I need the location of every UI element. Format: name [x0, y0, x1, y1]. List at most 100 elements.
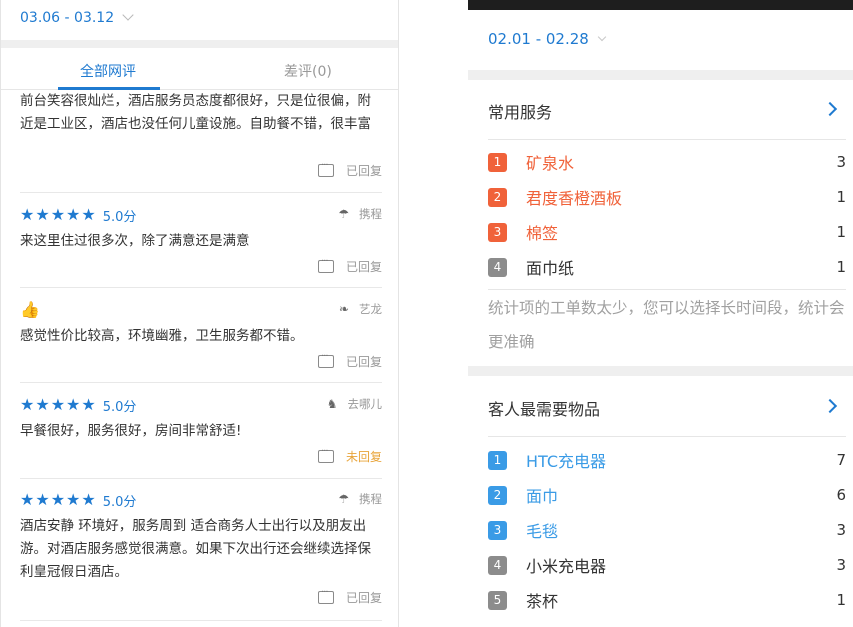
rank-count: 7 — [836, 451, 846, 469]
star-icon: ★ — [66, 395, 81, 414]
chevron-down-icon — [597, 32, 607, 42]
rating-score: 5.0分 — [102, 399, 137, 415]
review-source: ☂ 携程 — [338, 206, 382, 222]
rank-count: 3 — [836, 521, 846, 539]
comment-dots-icon — [317, 446, 334, 463]
star-icon: ★ — [81, 205, 96, 224]
rank-badge: 1 — [488, 152, 507, 172]
rank-count: 6 — [836, 486, 846, 504]
star-icon: ★ — [50, 205, 66, 224]
review-divider — [20, 192, 382, 193]
star-icon: ★ — [35, 395, 50, 414]
status-bar — [468, 0, 853, 10]
rank-badge: 5 — [488, 590, 507, 610]
chevron-right-icon[interactable] — [822, 398, 838, 414]
star-icon: ★ — [20, 395, 35, 414]
reply-status[interactable]: 已回复 — [317, 256, 382, 275]
review-item: ★ ★ ★ ★ ★ 5.0分 ♞ 去哪儿 早餐很好，服务很好，房间非常舒适! 未… — [20, 395, 383, 465]
reply-status-label: 已回复 — [345, 591, 382, 605]
rank-count: 1 — [836, 591, 846, 609]
need-rank-item[interactable]: 3 毛毯 3 — [488, 518, 846, 542]
review-item: 前台笑容很灿烂，酒店服务员态度都很好，只是位很偏，附近是工业区，酒店也没任何儿童… — [20, 90, 382, 178]
common-services-title: 常用服务 — [488, 103, 553, 122]
elong-logo-icon: ❧ — [338, 302, 349, 316]
rank-badge: 4 — [488, 257, 507, 277]
section-divider — [488, 139, 846, 140]
section-separator — [1, 40, 398, 48]
rank-name: 面巾纸 — [526, 259, 575, 278]
comment-dots-icon — [317, 587, 334, 604]
reply-status-label: 已回复 — [345, 260, 382, 274]
review-text: 早餐很好，服务很好，房间非常舒适! — [20, 423, 242, 439]
date-range-selector[interactable]: 02.01 - 02.28 — [488, 30, 607, 48]
star-icon: ★ — [35, 205, 50, 224]
tab-all-reviews[interactable]: 全部网评 — [80, 61, 136, 81]
star-icon: ★ — [35, 490, 50, 509]
review-text: 前台笑容很灿烂，酒店服务员态度都很好，只是位很偏，附近是工业区，酒店也没任何儿童… — [20, 93, 371, 132]
need-rank-item[interactable]: 2 面巾 6 — [488, 483, 846, 507]
tab-negative-reviews[interactable]: 差评(0) — [284, 61, 332, 81]
star-icon: ★ — [81, 395, 96, 414]
reply-status[interactable]: 已回复 — [317, 351, 382, 370]
rating-score: 5.0分 — [102, 494, 137, 510]
reviews-panel: 03.06 - 03.12 全部网评 差评(0) 前台笑容很灿烂，酒店服务员态度… — [0, 0, 399, 627]
rank-name: 茶杯 — [526, 592, 559, 611]
review-tabs: 全部网评 差评(0) — [1, 48, 398, 90]
chevron-down-icon — [122, 9, 134, 21]
service-rank-item[interactable]: 4 面巾纸 1 — [488, 255, 846, 279]
rank-badge: 2 — [488, 485, 507, 505]
date-range-selector[interactable]: 03.06 - 03.12 — [20, 9, 134, 26]
review-divider — [20, 382, 382, 383]
need-rank-item[interactable]: 1 HTC充电器 7 — [488, 448, 846, 472]
star-icon: ★ — [81, 490, 96, 509]
star-icon: ★ — [66, 205, 81, 224]
reply-status[interactable]: 已回复 — [317, 160, 382, 179]
review-source: ☂ 携程 — [338, 491, 382, 507]
rank-badge: 3 — [488, 222, 507, 242]
review-item: ★ ★ ★ ★ ★ 5.0分 ☂ 携程 来这里住过很多次，除了满意还是满意 已回… — [20, 205, 382, 275]
date-range-label: 03.06 - 03.12 — [20, 10, 115, 26]
review-source: ❧ 艺龙 — [339, 301, 382, 317]
source-label: 携程 — [359, 492, 382, 506]
comment-dots-icon — [317, 160, 334, 177]
star-icon: ★ — [20, 490, 35, 509]
review-divider — [20, 478, 382, 479]
rating-stars: ★ ★ ★ ★ ★ 5.0分 — [20, 205, 382, 225]
need-rank-item[interactable]: 5 茶杯 1 — [488, 588, 846, 612]
rank-count: 3 — [836, 556, 846, 574]
rank-name: 棉签 — [526, 224, 559, 243]
reply-status[interactable]: 未回复 — [317, 446, 382, 465]
date-range-label: 02.01 - 02.28 — [488, 30, 589, 48]
rank-name: 小米充电器 — [526, 557, 607, 576]
rank-name: 矿泉水 — [526, 154, 575, 173]
rank-name: HTC充电器 — [526, 452, 607, 471]
service-rank-item[interactable]: 3 棉签 1 — [488, 220, 846, 244]
rank-count: 1 — [836, 258, 846, 276]
rank-count: 1 — [836, 188, 846, 206]
reply-status-label: 已回复 — [345, 355, 382, 369]
comment-dots-icon — [317, 351, 334, 368]
rank-count: 3 — [836, 153, 846, 171]
service-rank-item[interactable]: 2 君度香橙酒板 1 — [488, 185, 846, 209]
section-separator — [468, 70, 853, 80]
rating-thumb: 👍 — [20, 301, 382, 319]
rank-badge: 2 — [488, 187, 507, 207]
need-rank-item[interactable]: 4 小米充电器 3 — [488, 553, 846, 577]
statistics-panel: 02.01 - 02.28 常用服务 1 矿泉水 3 2 君度香橙酒板 1 3 … — [468, 0, 853, 627]
service-rank-item[interactable]: 1 矿泉水 3 — [488, 150, 846, 174]
review-divider — [20, 287, 382, 288]
reply-status[interactable]: 已回复 — [317, 587, 382, 606]
chevron-right-icon[interactable] — [822, 101, 838, 117]
star-icon: ★ — [50, 395, 66, 414]
reply-status-label: 已回复 — [345, 164, 382, 178]
ctrip-logo-icon: ☂ — [338, 492, 349, 506]
review-item: ★ ★ ★ ★ ★ 5.0分 ☂ 携程 酒店安静 环境好，服务周到 适合商务人士… — [20, 490, 382, 606]
rank-name: 毛毯 — [526, 522, 559, 541]
guest-needs-title: 客人最需要物品 — [488, 400, 601, 419]
section-divider — [488, 289, 846, 290]
star-icon: ★ — [50, 490, 66, 509]
rank-badge: 1 — [488, 450, 507, 470]
source-label: 艺龙 — [359, 302, 382, 316]
rank-badge: 3 — [488, 520, 507, 540]
source-label: 去哪儿 — [347, 397, 383, 411]
